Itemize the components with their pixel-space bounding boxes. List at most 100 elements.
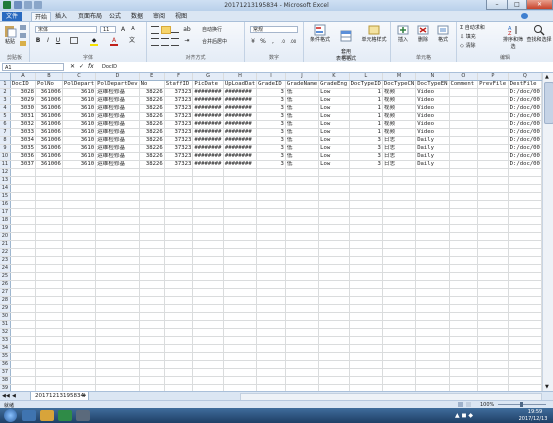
cell[interactable]	[449, 376, 479, 385]
cell[interactable]	[164, 328, 194, 337]
row-header[interactable]: 15	[0, 192, 11, 201]
cell[interactable]: 3028	[10, 88, 36, 97]
cell[interactable]	[95, 168, 140, 177]
minimize-button[interactable]: –	[486, 0, 508, 10]
cell[interactable]	[256, 184, 286, 193]
cell[interactable]	[382, 288, 417, 297]
cell[interactable]	[164, 192, 194, 201]
cell[interactable]: 361006	[35, 128, 63, 137]
cell[interactable]: D:/doc/00	[508, 144, 542, 153]
cell[interactable]	[139, 192, 165, 201]
autosum-button[interactable]: Σ 自动求和	[460, 24, 485, 31]
cell[interactable]: 日志	[382, 136, 417, 145]
cell[interactable]	[35, 320, 63, 329]
row-header[interactable]: 29	[0, 304, 11, 313]
cell[interactable]	[508, 168, 542, 177]
row-header[interactable]: 10	[0, 152, 11, 161]
cell[interactable]: 361006	[35, 136, 63, 145]
row-header[interactable]: 4	[0, 104, 11, 113]
cell[interactable]: 低	[285, 152, 320, 161]
cell[interactable]	[62, 304, 97, 313]
cell[interactable]	[223, 360, 258, 369]
cell[interactable]	[477, 144, 509, 153]
cell[interactable]: 361006	[35, 120, 63, 129]
phonetic-icon[interactable]: 文	[128, 37, 136, 44]
currency-icon[interactable]: ¥	[249, 38, 257, 45]
cell[interactable]	[285, 368, 320, 377]
cell[interactable]	[349, 264, 383, 273]
cell[interactable]	[223, 232, 258, 241]
cell[interactable]	[449, 208, 479, 217]
cell[interactable]: 361006	[35, 144, 63, 153]
cell[interactable]	[139, 328, 165, 337]
cell[interactable]	[508, 232, 542, 241]
cell[interactable]	[10, 224, 36, 233]
cell[interactable]	[192, 296, 224, 305]
cell[interactable]	[449, 304, 479, 313]
cell[interactable]	[95, 312, 140, 321]
cell[interactable]	[164, 288, 194, 297]
cell[interactable]	[35, 232, 63, 241]
cell[interactable]: DocTypeCN	[382, 80, 417, 89]
cell[interactable]	[415, 336, 450, 345]
cell[interactable]	[35, 312, 63, 321]
cell[interactable]: Low	[318, 112, 350, 121]
cell[interactable]	[449, 240, 479, 249]
cell[interactable]: Low	[318, 136, 350, 145]
cell[interactable]	[164, 320, 194, 329]
cell[interactable]	[256, 336, 286, 345]
cell[interactable]: 运维检修基	[95, 96, 140, 105]
number-format-select[interactable]: 常规	[250, 26, 298, 33]
cell[interactable]: 3610	[62, 136, 97, 145]
cell[interactable]	[382, 248, 417, 257]
cell[interactable]	[95, 192, 140, 201]
cell[interactable]: ########	[192, 120, 224, 129]
borders-icon[interactable]	[70, 37, 78, 44]
cell[interactable]	[449, 360, 479, 369]
cell[interactable]	[139, 208, 165, 217]
cell[interactable]	[164, 352, 194, 361]
cell[interactable]	[223, 256, 258, 265]
cell[interactable]: 运维检修基	[95, 160, 140, 169]
insert-function-icon[interactable]: fx	[88, 63, 94, 70]
cell[interactable]	[349, 312, 383, 321]
cell[interactable]	[62, 256, 97, 265]
cell[interactable]	[139, 168, 165, 177]
cell[interactable]	[382, 376, 417, 385]
cell[interactable]: 38226	[139, 96, 165, 105]
cell[interactable]	[62, 272, 97, 281]
cell[interactable]	[449, 336, 479, 345]
cell[interactable]: ########	[223, 88, 258, 97]
row-header[interactable]: 13	[0, 176, 11, 185]
cell[interactable]: 低	[285, 136, 320, 145]
cell[interactable]	[192, 352, 224, 361]
cell[interactable]	[164, 240, 194, 249]
cell[interactable]	[318, 200, 350, 209]
underline-icon[interactable]: U	[54, 37, 62, 44]
cell[interactable]	[10, 304, 36, 313]
cell[interactable]	[256, 200, 286, 209]
row-header[interactable]: 3	[0, 96, 11, 105]
cell[interactable]: 1	[349, 104, 383, 113]
cell[interactable]	[382, 168, 417, 177]
cell[interactable]	[139, 264, 165, 273]
cell[interactable]	[35, 280, 63, 289]
cell[interactable]	[285, 168, 320, 177]
cell[interactable]: 3031	[10, 112, 36, 121]
cell[interactable]: 37323	[164, 136, 194, 145]
cell[interactable]	[382, 256, 417, 265]
row-header[interactable]: 9	[0, 144, 11, 153]
cell[interactable]	[477, 128, 509, 137]
cell[interactable]	[35, 216, 63, 225]
cell[interactable]	[477, 192, 509, 201]
cell[interactable]	[318, 376, 350, 385]
cell[interactable]: 低	[285, 96, 320, 105]
new-sheet-icon[interactable]: ✚	[82, 393, 86, 399]
cell[interactable]	[318, 288, 350, 297]
cell[interactable]: 38226	[139, 120, 165, 129]
cell[interactable]: 361006	[35, 152, 63, 161]
cell[interactable]: Daily	[415, 136, 450, 145]
cell[interactable]	[139, 312, 165, 321]
cell[interactable]	[318, 224, 350, 233]
app-taskbar-icon[interactable]	[76, 410, 90, 421]
